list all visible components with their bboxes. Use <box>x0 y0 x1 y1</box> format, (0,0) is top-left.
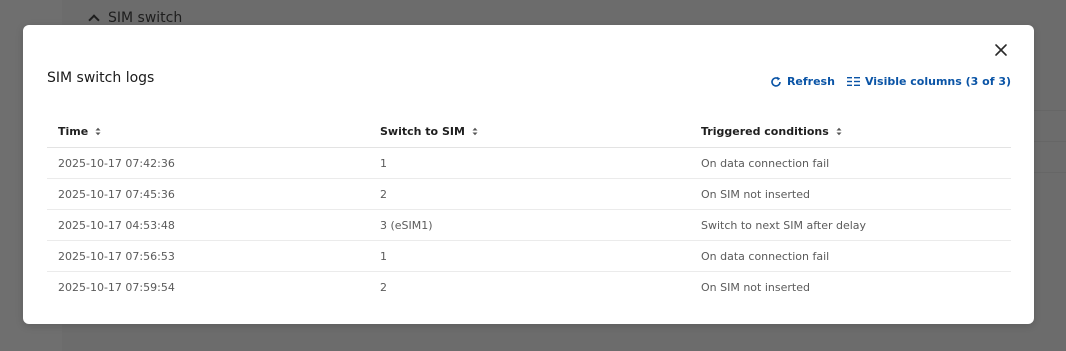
modal-title: SIM switch logs <box>47 70 155 86</box>
refresh-icon <box>771 76 781 87</box>
cell-triggered-conditions: On SIM not inserted <box>701 280 810 294</box>
background-section-title: SIM switch <box>108 10 183 26</box>
background-divider <box>1034 141 1066 142</box>
close-icon[interactable] <box>994 43 1008 57</box>
cell-switch-to-sim: 2 <box>380 280 387 294</box>
cell-switch-to-sim: 2 <box>380 187 387 201</box>
table-header-row: Time Switch to SIM Triggered conditions <box>47 116 1011 148</box>
table-row: 2025-10-17 07:45:36 2 On SIM not inserte… <box>47 179 1011 210</box>
visible-columns-label: Visible columns (3 of 3) <box>864 75 1011 88</box>
column-header-time[interactable]: Time <box>47 125 369 138</box>
refresh-label: Refresh <box>786 75 835 88</box>
sort-icon <box>95 127 101 136</box>
cell-triggered-conditions: Switch to next SIM after delay <box>701 218 867 232</box>
sort-icon <box>836 127 842 136</box>
cell-time: 2025-10-17 07:59:54 <box>58 280 175 294</box>
table-row: 2025-10-17 04:53:48 3 (eSIM1) Switch to … <box>47 210 1011 241</box>
cell-switch-to-sim: 1 <box>380 249 387 263</box>
background-section-header: SIM switch <box>88 10 183 26</box>
background-divider <box>1034 172 1066 173</box>
cell-triggered-conditions: On data connection fail <box>701 249 830 263</box>
cell-switch-to-sim: 1 <box>380 156 387 170</box>
cell-time: 2025-10-17 07:56:53 <box>58 249 175 263</box>
cell-time: 2025-10-17 04:53:48 <box>58 218 175 232</box>
column-header-switch-to-sim[interactable]: Switch to SIM <box>369 125 690 138</box>
table-row: 2025-10-17 07:59:54 2 On SIM not inserte… <box>47 272 1011 302</box>
column-header-label: Time <box>58 125 89 138</box>
sim-switch-logs-modal: SIM switch logs Refresh Visible columns … <box>23 25 1034 324</box>
close-button[interactable] <box>994 42 1008 56</box>
logs-table: Time Switch to SIM Triggered conditions … <box>47 116 1011 302</box>
column-header-triggered-conditions[interactable]: Triggered conditions <box>690 125 1011 138</box>
cell-switch-to-sim: 3 (eSIM1) <box>380 218 433 232</box>
column-header-label: Switch to SIM <box>380 125 465 138</box>
columns-icon <box>846 77 860 86</box>
cell-time: 2025-10-17 07:42:36 <box>58 156 175 170</box>
sort-icon <box>472 127 478 136</box>
refresh-button[interactable]: Refresh <box>770 75 835 88</box>
table-row: 2025-10-17 07:42:36 1 On data connection… <box>47 148 1011 179</box>
chevron-up-icon <box>88 14 100 26</box>
cell-time: 2025-10-17 07:45:36 <box>58 187 175 201</box>
column-header-label: Triggered conditions <box>701 125 829 138</box>
cell-triggered-conditions: On SIM not inserted <box>701 187 810 201</box>
cell-triggered-conditions: On data connection fail <box>701 156 830 170</box>
background-divider <box>1034 110 1066 111</box>
visible-columns-button[interactable]: Visible columns (3 of 3) <box>846 75 1011 88</box>
table-row: 2025-10-17 07:56:53 1 On data connection… <box>47 241 1011 272</box>
modal-toolbar: Refresh Visible columns (3 of 3) <box>770 75 1011 88</box>
